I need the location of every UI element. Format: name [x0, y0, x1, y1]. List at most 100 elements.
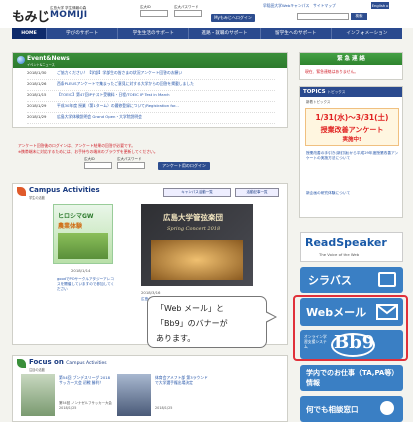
emergency-panel: 緊 急 連 絡 現在、緊急連絡はありません。 — [299, 52, 403, 80]
event-news-subtitle: イベント&ニュース — [27, 63, 55, 67]
momiji-login-button[interactable]: MyもみじへログインLogin — [211, 14, 255, 28]
card1-text[interactable]: goodでPOサークルアタジーアレコスを開催していますので参加してください — [57, 277, 117, 292]
survey-login-button[interactable]: アンケート用のログイン — [158, 162, 210, 170]
focus-item-1-text: 第54回 ノンナゼルフサッカー大会 2018/1/25 — [59, 401, 112, 410]
survey-pw-label: 広大パスワード — [117, 157, 142, 161]
news-item[interactable]: 2018/1/30 ご協力ください！【学部】学部生の皆さまの状況アンケート回答のお… — [27, 70, 275, 80]
campus-activities-subtitle: 学生の活動 — [29, 196, 45, 200]
callout-line-3: あります。 — [156, 334, 196, 343]
login-id-input[interactable] — [140, 10, 168, 17]
news-item[interactable]: 2018/1/15 【TOEIC】第47回IPテスト受験料・日程/TOEIC IP… — [27, 92, 275, 102]
login-id-box: 広大ID — [140, 5, 168, 17]
syllabus-label: シラバス — [308, 274, 352, 287]
survey-login-pw: 広大パスワード — [117, 157, 145, 169]
emergency-header: 緊 急 連 絡 — [300, 53, 402, 65]
leaf-icon — [17, 187, 26, 196]
activity-card-1-image[interactable]: ヒロシマGW 農業体験 — [53, 204, 113, 264]
header-links[interactable]: 早稲田大学Webキャンパス サイトマップ — [263, 3, 336, 9]
callout-bubble: 「Web メール」と 「Bb9」のバナーが あります。 — [147, 296, 267, 348]
focus-item-1-title[interactable]: 第54回 ブンデスリーグ 2018 サッカー大会 初戦 勝利！ — [59, 375, 113, 385]
event-news-panel: Event&News イベント&ニュース 2018/1/30 ご協力ください！【学… — [12, 52, 288, 128]
globe-icon — [17, 56, 25, 64]
topic-text-1[interactable]: 授業改善の手引き(新訂版)から平成29年度授業改善アンケートの実施方法について — [306, 151, 400, 161]
news-date: 2018/1/15 — [27, 92, 47, 97]
callout-line-2: 「Bb9」のバナーが — [156, 319, 228, 328]
focus-item-2-text: 2018/1/25 — [155, 406, 173, 410]
card1-date: 2018/1/14 — [71, 268, 91, 273]
activity-card-2-image[interactable]: 広島大学管弦楽団 Spring Concert 2018 — [141, 204, 253, 286]
emergency-text: 現在、緊急連絡はありません。 — [305, 69, 359, 74]
topic-text-2[interactable]: 新企画の研究体験について — [306, 191, 400, 196]
survey-banner-title: 授業改善アンケート — [320, 126, 384, 134]
site-logo[interactable]: もみじ — [12, 6, 50, 25]
event-news-header: Event&News イベント&ニュース — [13, 53, 287, 68]
activity-articles-button[interactable]: 活動記事一覧 — [235, 188, 279, 197]
news-item[interactable]: 2018/1/29 広島大学体験説明会 Grand Open・大学院説明会 — [27, 114, 275, 124]
focus-title-suffix: Campus Activities — [66, 361, 107, 366]
nav-information[interactable]: インフォメーション — [330, 28, 402, 39]
survey-login-id: 広大ID — [84, 157, 112, 169]
news-link[interactable]: 【TOEIC】第47回IPテスト受験料・日程/TOEIC IP Test in … — [57, 92, 170, 97]
topics-subtitle: トピックス — [327, 90, 346, 94]
site-header: もみじ 広島大学 学生情報の森 MOMIJI 広大ID 広大パスワード Myもみ… — [0, 0, 413, 28]
topics-header: TOPICS トピックス — [300, 87, 402, 97]
readspeaker-banner[interactable]: ReadSpeaker The Voice of the Web — [300, 232, 403, 262]
activity-list-button[interactable]: キャンパス活動一覧 — [163, 188, 231, 197]
survey-id-input[interactable] — [84, 162, 112, 169]
card2-title: 広島大学管弦楽団 — [163, 213, 223, 222]
topics-label: 新着トピックス — [306, 100, 331, 104]
card2-subtitle: Spring Concert 2018 — [167, 226, 221, 232]
nav-student-life-support[interactable]: 学生生活のサポート — [117, 28, 188, 39]
logo-english[interactable]: MOMIJI — [50, 10, 87, 20]
survey-banner-status: 実施中! — [342, 137, 362, 143]
login-pw-label: 広大パスワード — [174, 5, 199, 9]
news-date: 2018/1/29 — [27, 103, 47, 108]
card2-date: 2018/3/16 — [141, 290, 161, 295]
news-date: 2018/1/26 — [27, 81, 47, 86]
login-pw-box: 広大パスワード — [174, 5, 202, 17]
news-link[interactable]: ご協力ください！【学部】学部生の皆さまの状況アンケート回答のお願い — [57, 70, 182, 75]
news-link[interactable]: 西条PLEUSアンケートで集まったご意見に対する大学からの回答を掲載しました — [57, 81, 194, 86]
card1-title: ヒロシマGW — [58, 213, 94, 220]
orchestra-photo — [151, 240, 243, 280]
notice-line-2: ※携帯端末に対応するためには、お手持ちの端末のブラウザを更新してください。 — [18, 149, 158, 154]
campus-work-label: 学内でのお仕事（TA,PA等）情報 — [306, 369, 399, 387]
focus-item-2-image[interactable] — [117, 374, 151, 416]
news-date: 2018/1/29 — [27, 114, 47, 119]
focus-item-1-image[interactable] — [21, 374, 55, 416]
nav-international-support[interactable]: 留学生へのサポート — [259, 28, 331, 39]
book-icon — [378, 272, 396, 287]
search-button[interactable]: 検索 — [351, 13, 367, 20]
card1-subtitle: 農業体験 — [58, 223, 83, 230]
news-link[interactable]: 広島大学体験説明会 Grand Open・大学院説明会 — [57, 114, 142, 119]
focus-panel: Focus on Campus Activities 注目の活動 第54回 ブン… — [12, 355, 288, 422]
campus-work-banner[interactable]: 学内でのお仕事（TA,PA等）情報 — [300, 365, 403, 391]
nav-home[interactable]: HOME — [12, 28, 46, 39]
farm-photo — [58, 233, 108, 259]
leaf-icon — [17, 359, 26, 368]
news-link[interactable]: 平成30年度 授業（第1ターム）の履修登録について/Registration f… — [57, 103, 179, 108]
login-pw-input[interactable] — [174, 10, 202, 17]
main-nav: HOME 学びのサポート 学生生活のサポート 進路・就職のサポート 留学生へのサ… — [12, 28, 402, 39]
nav-learning-support[interactable]: 学びのサポート — [46, 28, 117, 39]
search-input[interactable] — [297, 13, 349, 20]
english-button[interactable]: English ▸ — [371, 2, 389, 9]
survey-banner[interactable]: 1/31(水)〜3/31(土) 授業改善アンケート 実施中! — [305, 108, 399, 146]
survey-pw-input[interactable] — [117, 162, 145, 169]
nav-career-support[interactable]: 進路・就職のサポート — [188, 28, 259, 39]
callout-line-1: 「Web メール」と — [156, 304, 224, 313]
campus-activities-title: Campus Activities — [29, 186, 100, 194]
focus-title-main: Focus on — [29, 358, 64, 366]
callout-tail-inner — [263, 311, 275, 323]
people-icon — [380, 401, 394, 415]
search-row: 検索 — [297, 13, 367, 20]
topics-panel: TOPICS トピックス 新着トピックス 1/31(水)〜3/31(土) 授業改… — [299, 86, 403, 218]
syllabus-banner[interactable]: シラバス — [300, 267, 403, 293]
news-item[interactable]: 2018/1/29 平成30年度 授業（第1ターム）の履修登録について/Regis… — [27, 103, 275, 113]
readspeaker-title: ReadSpeaker — [305, 236, 387, 249]
survey-banner-dates: 1/31(水)〜3/31(土) — [315, 113, 389, 122]
consultation-banner[interactable]: 何でも相談窓口 — [300, 396, 403, 422]
focus-item-2-title[interactable]: 体育会アメフト部 第3ラウンドで大学選手権出場決定 — [155, 375, 211, 385]
focus-title: Focus on Campus Activities — [29, 358, 107, 366]
news-item[interactable]: 2018/1/26 西条PLEUSアンケートで集まったご意見に対する大学からの回答… — [27, 81, 275, 91]
